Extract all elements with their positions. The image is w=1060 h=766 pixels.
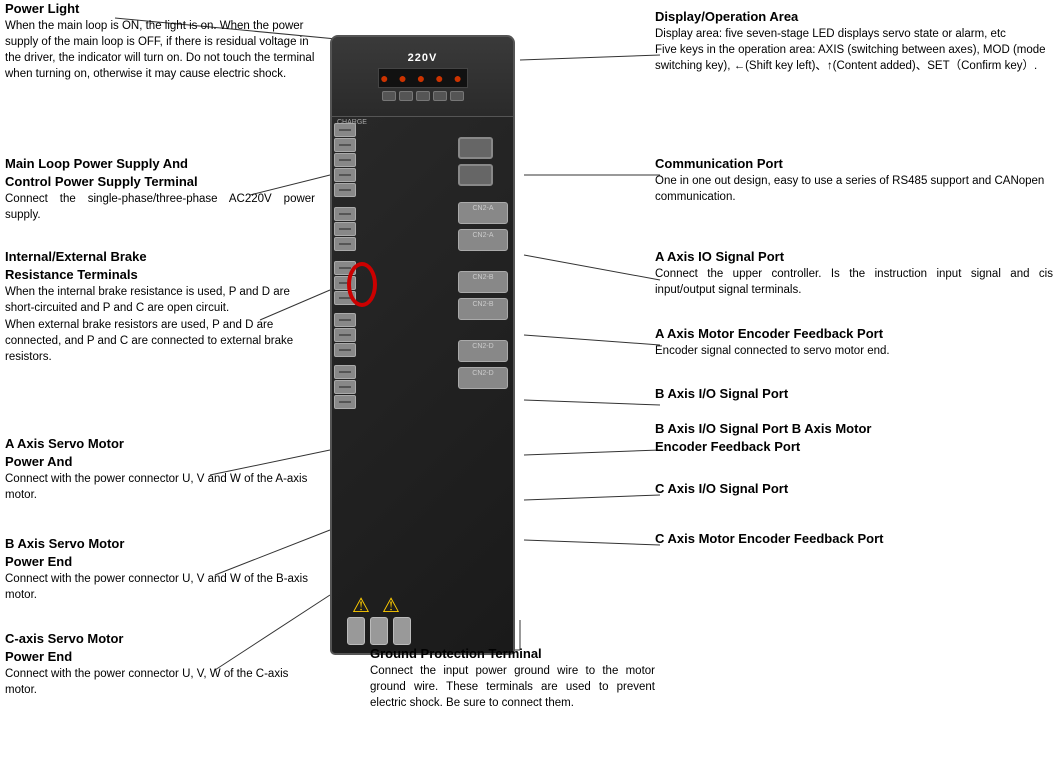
key-btn-1[interactable] (382, 91, 396, 101)
port-db25-3: CN2-B (458, 271, 508, 293)
ground-terminal-3 (393, 617, 411, 645)
annotation-ground-protection: Ground Protection Terminal Connect the i… (370, 645, 655, 711)
key-btn-5[interactable] (450, 91, 464, 101)
annotation-b-axis-io: B Axis I/O Signal Port (655, 385, 1053, 403)
annotation-a-axis-io: A Axis IO Signal Port Connect the upper … (655, 248, 1053, 298)
b-axis-servo-title: B Axis Servo Motor Power End (5, 535, 315, 571)
annotation-c-axis-servo: C-axis Servo Motor Power End Connect wit… (5, 630, 315, 699)
terminal-12 (334, 313, 356, 327)
terminal-15 (334, 365, 356, 379)
voltage-label: 220V (408, 52, 438, 64)
terminal-6 (334, 207, 356, 221)
ground-terminals (347, 617, 411, 645)
c-axis-servo-title: C-axis Servo Motor Power End (5, 630, 315, 666)
terminal-4 (334, 168, 356, 182)
power-light-title: Power Light (5, 0, 315, 18)
communication-port-body: One in one out design, easy to use a ser… (655, 173, 1053, 205)
port-db25-4: CN2-B (458, 298, 508, 320)
display-panel: ● ● ● ● ● (378, 68, 468, 88)
port-db25-1: CN2-A (458, 202, 508, 224)
terminal-1 (334, 123, 356, 137)
c-axis-encoder-title: C Axis Motor Encoder Feedback Port (655, 530, 1053, 548)
terminal-16 (334, 380, 356, 394)
display-operation-title: Display/Operation Area (655, 8, 1053, 26)
terminal-3 (334, 153, 356, 167)
key-btn-4[interactable] (433, 91, 447, 101)
b-axis-io-title: B Axis I/O Signal Port (655, 385, 1053, 403)
key-btn-2[interactable] (399, 91, 413, 101)
warning-triangle-2: ⚠ (382, 593, 400, 618)
a-axis-io-title: A Axis IO Signal Port (655, 248, 1053, 266)
warning-area: ⚠ ⚠ (352, 593, 400, 618)
a-axis-encoder-title: A Axis Motor Encoder Feedback Port (655, 325, 1053, 343)
terminal-7 (334, 222, 356, 236)
b-axis-servo-body: Connect with the power connector U, V an… (5, 571, 315, 603)
annotation-main-loop: Main Loop Power Supply And Control Power… (5, 155, 315, 224)
display-leds: ● ● ● ● ● (380, 70, 465, 86)
annotation-power-light: Power Light When the main loop is ON, th… (5, 0, 315, 83)
communication-port-title: Communication Port (655, 155, 1053, 173)
c-axis-servo-body: Connect with the power connector U, V, W… (5, 666, 315, 698)
terminal-17 (334, 395, 356, 409)
annotation-a-axis-encoder: A Axis Motor Encoder Feedback Port Encod… (655, 325, 1053, 359)
terminal-5 (334, 183, 356, 197)
brake-body: When the internal brake resistance is us… (5, 284, 315, 364)
port-rj45-2 (458, 164, 493, 186)
ground-terminal-2 (370, 617, 388, 645)
ground-protection-body: Connect the input power ground wire to t… (370, 663, 655, 711)
main-loop-title: Main Loop Power Supply And Control Power… (5, 155, 315, 191)
port-db25-2: CN2-A (458, 229, 508, 251)
a-axis-encoder-body: Encoder signal connected to servo motor … (655, 343, 1053, 359)
a-axis-io-body: Connect the upper controller. Is the ins… (655, 266, 1053, 298)
annotation-a-axis-servo: A Axis Servo Motor Power And Connect wit… (5, 435, 315, 504)
annotation-b-axis-servo: B Axis Servo Motor Power End Connect wit… (5, 535, 315, 604)
diagram-container: 220V ● ● ● ● ● CHARGE (0, 0, 1060, 766)
ground-terminal-1 (347, 617, 365, 645)
ground-protection-title: Ground Protection Terminal (370, 645, 655, 663)
device-top-panel: 220V ● ● ● ● ● (332, 37, 513, 117)
port-db25-5: CN2-D (458, 340, 508, 362)
right-ports-container: CN2-A CN2-A CN2-B CN2-B CN2-D CN2-D (458, 137, 508, 389)
keypad-row (382, 91, 464, 101)
power-light-body: When the main loop is ON, the light is o… (5, 18, 315, 82)
annotation-display-operation: Display/Operation Area Display area: fiv… (655, 8, 1053, 74)
annotation-c-axis-io: C Axis I/O Signal Port (655, 480, 1053, 498)
annotation-b-axis-io-encoder: B Axis I/O Signal Port B Axis Motor Enco… (655, 420, 1053, 456)
a-axis-servo-body: Connect with the power connector U, V an… (5, 471, 315, 503)
terminal-14 (334, 343, 356, 357)
a-axis-servo-title: A Axis Servo Motor Power And (5, 435, 315, 471)
warning-triangle-1: ⚠ (352, 593, 370, 618)
annotation-communication-port: Communication Port One in one out design… (655, 155, 1053, 205)
display-operation-body: Display area: five seven-stage LED displ… (655, 26, 1053, 74)
device-body: 220V ● ● ● ● ● CHARGE (330, 35, 515, 655)
key-btn-3[interactable] (416, 91, 430, 101)
red-loop-indicator (347, 262, 377, 307)
terminal-2 (334, 138, 356, 152)
c-axis-io-title: C Axis I/O Signal Port (655, 480, 1053, 498)
port-rj45-1 (458, 137, 493, 159)
brake-title: Internal/External Brake Resistance Termi… (5, 248, 315, 284)
terminal-13 (334, 328, 356, 342)
main-loop-body: Connect the single-phase/three-phase AC2… (5, 191, 315, 223)
annotation-c-axis-encoder: C Axis Motor Encoder Feedback Port (655, 530, 1053, 548)
b-axis-io-encoder-title: B Axis I/O Signal Port B Axis Motor Enco… (655, 420, 1053, 456)
port-db25-6: CN2-D (458, 367, 508, 389)
annotation-brake: Internal/External Brake Resistance Termi… (5, 248, 315, 365)
terminal-8 (334, 237, 356, 251)
